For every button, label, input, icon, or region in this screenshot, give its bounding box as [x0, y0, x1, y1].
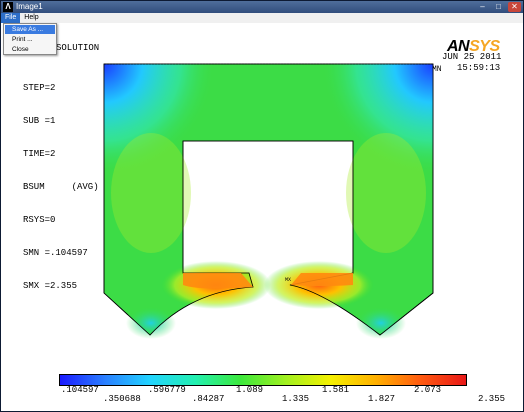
menu-item-print[interactable]: Print ...: [5, 35, 55, 44]
legend-tick-1: .350688: [103, 394, 141, 404]
maximize-button[interactable]: □: [492, 2, 505, 12]
menu-file[interactable]: File: [1, 13, 21, 23]
legend-tick-3: .84287: [192, 394, 225, 404]
legend-tick-9: 2.355: [478, 394, 506, 404]
ansys-app-icon: Λ: [3, 2, 13, 12]
plot-canvas: SOLUTION STEP=2 SUB =1 TIME=2 BSUM (AVG)…: [1, 23, 523, 411]
menu-item-close[interactable]: Close: [5, 45, 55, 54]
gap-left-arc: [183, 273, 253, 289]
file-menu-dropdown: Save As ... Print ... Close: [3, 23, 57, 55]
menu-item-save-as[interactable]: Save As ...: [5, 25, 55, 34]
legend-bottom-ticks: .350688 .84287 1.335 1.827 2.355: [1, 394, 523, 405]
max-marker: MX: [285, 277, 292, 283]
mid-band-left: [111, 133, 191, 253]
legend-tick-5: 1.335: [282, 394, 310, 404]
gap-right-arc: [291, 273, 353, 286]
legend-tick-7: 1.827: [368, 394, 396, 404]
close-button[interactable]: ✕: [508, 2, 521, 12]
minimize-button[interactable]: –: [476, 2, 489, 12]
mid-band-right: [346, 133, 426, 253]
window-title: Image1: [16, 2, 43, 11]
menu-help[interactable]: Help: [20, 13, 42, 23]
menu-bar: File Help: [1, 13, 523, 23]
contour-plot: [103, 63, 434, 339]
title-bar[interactable]: Λ Image1 – □ ✕: [1, 1, 523, 13]
image-window: Λ Image1 – □ ✕ File Help Save As ... Pri…: [0, 0, 524, 412]
